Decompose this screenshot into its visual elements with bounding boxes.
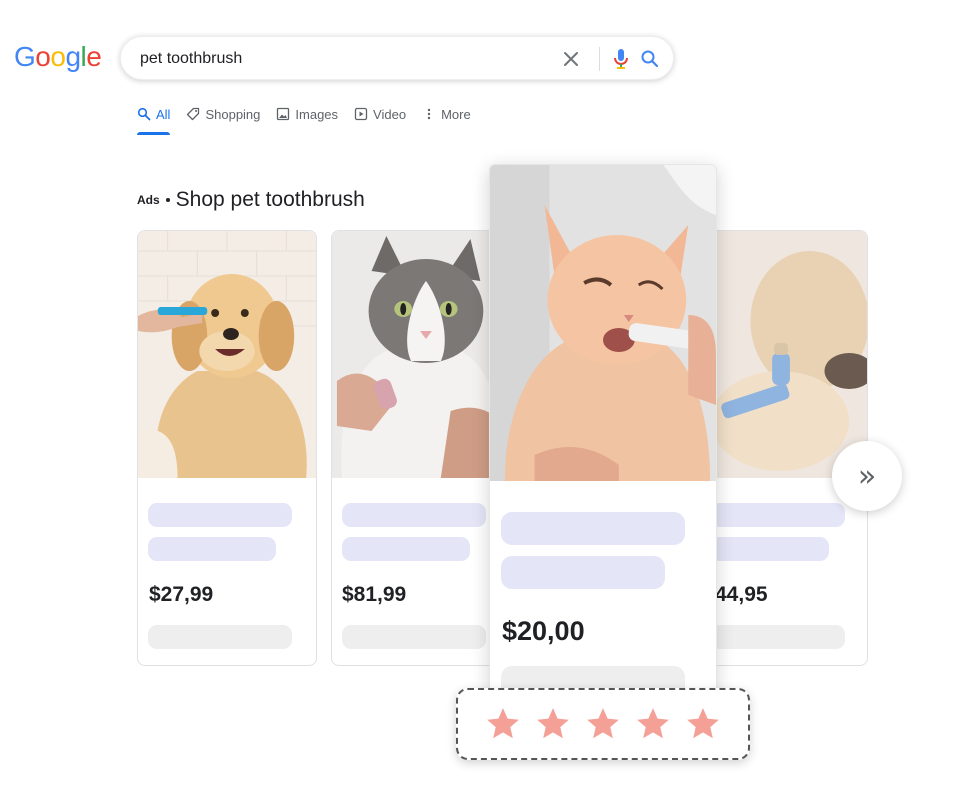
divider [599, 47, 600, 71]
tab-shopping[interactable]: Shopping [186, 104, 260, 124]
carousel-next-button[interactable]: » [832, 441, 902, 511]
product-card[interactable]: $81,99 [331, 230, 511, 666]
double-chevron-right-icon: » [857, 458, 877, 494]
meta-placeholder [148, 625, 292, 649]
tab-label: Shopping [205, 106, 261, 122]
title-placeholder [148, 503, 292, 527]
logo-letter: o [50, 41, 66, 72]
microphone-icon[interactable] [609, 46, 633, 72]
product-card-highlighted[interactable]: $20,00 [489, 164, 717, 704]
product-price: $20,00 [502, 616, 585, 646]
tab-label: Video [373, 106, 407, 122]
logo-letter: o [35, 41, 51, 72]
search-results-page: Google pet toothbrush All Shopping Image… [0, 0, 963, 800]
product-image-blurred-dog[interactable] [701, 231, 867, 478]
star-icon [637, 708, 669, 739]
title-placeholder [342, 503, 486, 527]
tab-label: Images [295, 106, 339, 122]
ads-header: Ads Shop pet toothbrush [137, 188, 365, 212]
title-placeholder [711, 503, 845, 527]
ads-label: Ads [137, 193, 160, 207]
product-price: $27,99 [149, 583, 214, 606]
google-logo[interactable]: Google [14, 40, 102, 74]
close-icon[interactable] [559, 47, 583, 71]
magnifier-icon[interactable] [639, 48, 661, 70]
product-image-golden-retriever[interactable] [138, 231, 316, 478]
logo-letter: g [65, 41, 81, 72]
product-image-ginger-cat[interactable] [490, 165, 716, 481]
subtitle-placeholder [342, 537, 470, 561]
logo-letter: G [14, 41, 36, 72]
search-bar[interactable]: pet toothbrush [120, 36, 674, 80]
ads-title: Shop pet toothbrush [175, 188, 365, 211]
image-icon [277, 107, 290, 121]
logo-letter: e [86, 41, 102, 72]
tab-video[interactable]: Video [354, 104, 406, 124]
star-icon [587, 708, 619, 739]
separator-dot [165, 198, 170, 202]
product-price: $81,99 [342, 583, 407, 606]
star-rating [456, 688, 750, 760]
search-tabs: All Shopping Images Video More [137, 104, 471, 136]
tab-label: All [156, 106, 171, 122]
subtitle-placeholder [148, 537, 276, 561]
tab-images[interactable]: Images [276, 104, 338, 124]
star-icon [537, 708, 569, 739]
title-placeholder [501, 512, 685, 545]
search-icon [137, 107, 151, 121]
meta-placeholder [711, 625, 845, 649]
tab-more[interactable]: More [422, 104, 471, 124]
more-vertical-icon [427, 108, 431, 120]
product-card[interactable]: 44,95 [700, 230, 868, 666]
tab-all[interactable]: All [137, 104, 171, 135]
star-icon [687, 708, 719, 739]
product-image-tabby-cat[interactable] [332, 231, 510, 478]
star-icon [487, 708, 519, 739]
subtitle-placeholder [501, 556, 665, 589]
meta-placeholder [342, 625, 486, 649]
product-price: 44,95 [715, 583, 768, 606]
play-icon [354, 107, 368, 121]
tab-label: More [441, 106, 471, 122]
tag-icon [187, 107, 200, 121]
product-card[interactable]: $27,99 [137, 230, 317, 666]
search-input[interactable]: pet toothbrush [140, 50, 242, 68]
subtitle-placeholder [711, 537, 829, 561]
